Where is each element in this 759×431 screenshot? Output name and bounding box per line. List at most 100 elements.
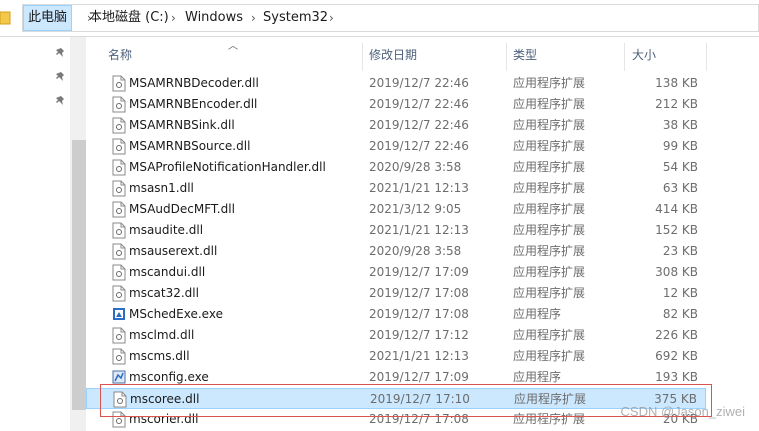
file-type: 应用程序扩展 — [513, 349, 586, 363]
file-type: 应用程序 — [513, 370, 562, 384]
pin-icon[interactable] — [54, 47, 68, 61]
dll-file-icon — [112, 96, 126, 113]
file-date-modified: 2019/12/7 17:09 — [369, 370, 469, 384]
file-type: 应用程序 — [513, 307, 562, 321]
file-row[interactable]: msauserext.dll 2020/9/28 3:58 应用程序扩展 23 KB — [86, 241, 706, 262]
column-name[interactable]: 名称 — [108, 45, 132, 65]
file-row[interactable]: msasn1.dll 2021/1/21 12:13 应用程序扩展 63 KB — [86, 178, 706, 199]
file-name: MSAMRNBSource.dll — [129, 139, 251, 153]
file-row[interactable]: MSAMRNBSource.dll 2019/12/7 22:46 应用程序扩展 99… — [86, 136, 706, 157]
file-size: 692 KB — [655, 349, 698, 363]
column-header: ︿ 名称 修改日期 类型 大小 — [86, 37, 759, 71]
file-name: mscandui.dll — [129, 265, 206, 279]
chevron-right-icon[interactable]: › — [171, 5, 176, 31]
dll-file-icon — [112, 201, 126, 218]
file-type: 应用程序扩展 — [513, 412, 586, 426]
file-date-modified: 2019/12/7 17:10 — [370, 392, 470, 406]
exe-app-icon — [112, 306, 126, 323]
file-row[interactable]: MSAMRNBDecoder.dll 2019/12/7 22:46 应用程序扩展 1… — [86, 73, 706, 94]
file-date-modified: 2019/12/7 22:46 — [369, 76, 469, 90]
file-size: 414 KB — [655, 202, 698, 216]
file-row[interactable]: MSAProfileNotificationHandler.dll 2020/9/… — [86, 157, 706, 178]
dll-file-icon — [113, 391, 127, 408]
file-list: ︿ 名称 修改日期 类型 大小 MSAMRNBDecoder.dll 2019/1… — [86, 37, 759, 431]
file-date-modified: 2021/1/21 12:13 — [369, 223, 469, 237]
file-name: msclmd.dll — [129, 328, 195, 342]
file-name: MSAudDecMFT.dll — [129, 202, 235, 216]
dll-file-icon — [112, 222, 126, 239]
address-bar: 此电脑 › 本地磁盘 (C:) › Windows › System32 › — [0, 0, 759, 37]
dll-file-icon — [112, 285, 126, 302]
file-date-modified: 2021/1/21 12:13 — [369, 181, 469, 195]
file-size: 38 KB — [662, 118, 698, 132]
file-type: 应用程序扩展 — [513, 244, 586, 258]
dll-file-icon — [112, 411, 126, 428]
file-type: 应用程序扩展 — [513, 97, 586, 111]
file-row[interactable]: msconfig.exe 2019/12/7 17:09 应用程序 193 KB — [86, 367, 706, 388]
file-date-modified: 2021/3/12 9:05 — [369, 202, 462, 216]
file-type: 应用程序扩展 — [513, 286, 586, 300]
column-divider[interactable] — [624, 43, 625, 71]
file-name: MSAMRNBEncoder.dll — [129, 97, 258, 111]
dll-file-icon — [112, 159, 126, 176]
dll-file-icon — [112, 138, 126, 155]
breadcrumb-this-pc[interactable]: 此电脑 — [23, 5, 73, 31]
column-type[interactable]: 类型 — [513, 45, 537, 65]
file-date-modified: 2020/9/28 3:58 — [369, 160, 462, 174]
file-size: 63 KB — [662, 181, 698, 195]
dll-file-icon — [112, 348, 126, 365]
file-row[interactable]: mscorier.dll 2019/12/7 17:08 应用程序扩展 20 KB — [86, 409, 706, 430]
file-date-modified: 2019/12/7 17:12 — [369, 328, 469, 342]
column-divider[interactable] — [506, 43, 507, 71]
breadcrumb-system32[interactable]: System32 — [263, 5, 328, 31]
breadcrumb-local-disk[interactable]: 本地磁盘 (C:) — [89, 5, 169, 31]
file-name: mscat32.dll — [129, 286, 199, 300]
pin-icon[interactable] — [54, 95, 68, 109]
dll-file-icon — [112, 117, 126, 134]
file-date-modified: 2019/12/7 17:08 — [369, 412, 469, 426]
file-date-modified: 2020/9/28 3:58 — [369, 244, 462, 258]
file-row[interactable]: MSAMRNBEncoder.dll 2019/12/7 22:46 应用程序扩展 2… — [86, 94, 706, 115]
file-size: 82 KB — [662, 307, 698, 321]
dll-file-icon — [112, 264, 126, 281]
dll-file-icon — [112, 180, 126, 197]
file-row[interactable]: mscat32.dll 2019/12/7 17:08 应用程序扩展 12 KB — [86, 283, 706, 304]
dll-file-icon — [112, 327, 126, 344]
file-row[interactable]: msaudite.dll 2021/1/21 12:13 应用程序扩展 152 KB — [86, 220, 706, 241]
file-type: 应用程序扩展 — [513, 160, 586, 174]
file-row[interactable]: mscms.dll 2021/1/21 12:13 应用程序扩展 692 KB — [86, 346, 706, 367]
file-row[interactable]: msclmd.dll 2019/12/7 17:12 应用程序扩展 226 KB — [86, 325, 706, 346]
file-type: 应用程序扩展 — [514, 392, 587, 406]
file-size: 152 KB — [655, 223, 698, 237]
file-row[interactable]: MSAudDecMFT.dll 2021/3/12 9:05 应用程序扩展 414 K… — [86, 199, 706, 220]
breadcrumb[interactable]: 此电脑 › 本地磁盘 (C:) › Windows › System32 › — [22, 4, 759, 32]
file-size: 308 KB — [655, 265, 698, 279]
file-name: msasn1.dll — [129, 181, 194, 195]
breadcrumb-windows[interactable]: Windows — [185, 5, 243, 31]
nav-scrollbar-thumb[interactable] — [72, 140, 86, 410]
column-divider[interactable] — [706, 43, 707, 71]
file-row[interactable]: MSchedExe.exe 2019/12/7 17:08 应用程序 82 KB — [86, 304, 706, 325]
config-app-icon — [112, 369, 126, 386]
file-size: 193 KB — [655, 370, 698, 384]
folder-icon — [0, 11, 11, 25]
file-type: 应用程序扩展 — [513, 223, 586, 237]
file-name: MSchedExe.exe — [129, 307, 223, 321]
file-type: 应用程序扩展 — [513, 118, 586, 132]
file-type: 应用程序扩展 — [513, 181, 586, 195]
file-date-modified: 2019/12/7 22:46 — [369, 118, 469, 132]
column-date[interactable]: 修改日期 — [369, 45, 417, 65]
file-row[interactable]: mscoree.dll 2019/12/7 17:10 应用程序扩展 375 KB — [86, 388, 706, 409]
file-type: 应用程序扩展 — [513, 139, 586, 153]
file-row[interactable]: MSAMRNBSink.dll 2019/12/7 22:46 应用程序扩展 38 K… — [86, 115, 706, 136]
file-date-modified: 2019/12/7 17:08 — [369, 286, 469, 300]
column-size[interactable]: 大小 — [632, 45, 656, 65]
column-divider[interactable] — [362, 43, 363, 71]
chevron-right-icon[interactable]: › — [251, 5, 256, 31]
file-row[interactable]: mscandui.dll 2019/12/7 17:09 应用程序扩展 308 KB — [86, 262, 706, 283]
file-name: mscorier.dll — [129, 412, 199, 426]
file-size: 138 KB — [655, 76, 698, 90]
chevron-right-icon[interactable]: › — [329, 5, 334, 31]
file-date-modified: 2019/12/7 22:46 — [369, 97, 469, 111]
pin-icon[interactable] — [54, 71, 68, 85]
